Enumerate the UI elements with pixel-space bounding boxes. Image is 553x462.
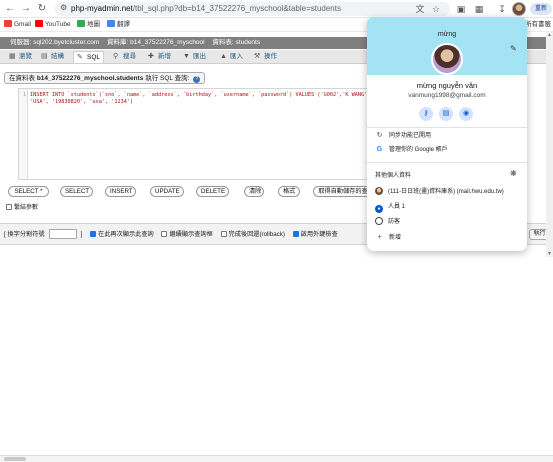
bookmark-maps[interactable]: 地圖 <box>77 20 100 30</box>
breadcrumb-table[interactable]: 資料表: students <box>212 39 260 46</box>
menu-divider <box>367 127 527 128</box>
all-bookmarks[interactable]: 所有書籤 <box>525 20 551 30</box>
profile-avatar <box>431 43 463 75</box>
forward-icon[interactable]: → <box>20 3 32 15</box>
retain-box-checkbox[interactable] <box>161 231 168 237</box>
bookmark-gmail[interactable]: Gmail <box>4 20 31 30</box>
profile-item-person1[interactable]: ● 人員 1 <box>375 202 405 213</box>
extensions-puzzle-icon[interactable]: ▦ <box>473 3 485 15</box>
get-autosaved-query-button[interactable]: 取得自動儲存的查 <box>313 186 373 197</box>
format-button[interactable]: 格式 <box>278 186 300 197</box>
sql-line-2: 'USA', '19830820', 'usa', '1234') <box>30 99 134 105</box>
translate-bookmark-icon <box>107 20 115 27</box>
update-sql-button[interactable]: UPDATE <box>150 186 184 197</box>
google-icon: G <box>376 146 383 153</box>
page-scrollbar[interactable]: ▲ ▼ <box>546 32 553 257</box>
delimiter-input[interactable] <box>48 229 77 239</box>
profile-avatar-button[interactable] <box>512 2 526 16</box>
url-text: php-myadmin.net/tbl_sql.php?db=b14_37522… <box>71 4 341 13</box>
profile-full-name: mừng nguyễn văn <box>416 81 478 90</box>
tab-search[interactable]: ⚲ 搜尋 <box>110 51 139 63</box>
scroll-up-icon[interactable]: ▲ <box>546 32 553 38</box>
gmail-icon <box>4 20 12 27</box>
sql-line-1: INSERT INTO `students`(`sno`, `name`, `a… <box>30 92 371 98</box>
option-retain-query-box[interactable]: 繼續顯示查詢框 <box>161 229 213 238</box>
extension-icon[interactable]: ▣ <box>455 3 467 15</box>
school-profile-avatar <box>375 187 383 195</box>
youtube-icon <box>35 20 43 27</box>
profile-item-guest[interactable]: 訪客 <box>375 217 400 227</box>
horizontal-scroll-thumb[interactable] <box>4 457 26 461</box>
option-foreign-keys[interactable]: 啟用外鍵檢查 <box>292 229 338 238</box>
bookmark-star-icon[interactable]: ☆ <box>430 3 442 15</box>
bind-parameters-checkbox[interactable] <box>6 204 12 210</box>
other-profiles-heading: 其他個人資料 <box>375 173 412 179</box>
insert-icon: ✚ <box>148 53 154 60</box>
insert-button[interactable]: INSERT <box>105 186 136 197</box>
tab-insert[interactable]: ✚ 新增 <box>145 51 174 63</box>
payment-card-icon[interactable]: ▤ <box>439 107 453 121</box>
breadcrumb-server[interactable]: 伺服器: sql202.byetcluster.com <box>10 39 99 46</box>
pencil-icon[interactable]: ✎ <box>510 44 517 53</box>
tab-import[interactable]: ▲ 匯入 <box>217 51 246 63</box>
browser-toolbar: ← → ↻ ⚙ php-myadmin.net/tbl_sql.php?db=b… <box>0 0 553 18</box>
download-icon[interactable]: ↧ <box>496 3 508 15</box>
query-options: [ 換字分割符號] 在此再次顯示此查詢 繼續顯示查詢框 完成後回還(rollba… <box>4 229 338 239</box>
structure-icon: ▤ <box>41 53 48 60</box>
translate-icon[interactable]: 文 <box>414 3 426 15</box>
help-icon[interactable]: ? <box>193 76 201 83</box>
plus-icon: + <box>377 234 382 241</box>
address-bar[interactable]: ⚙ php-myadmin.net/tbl_sql.php?db=b14_375… <box>55 2 450 16</box>
wrench-icon: ⚒ <box>254 53 261 60</box>
key-icon[interactable]: ⚷ <box>419 107 433 121</box>
tab-browse[interactable]: ▦ 瀏覽 <box>6 51 35 63</box>
import-icon: ▲ <box>220 53 227 60</box>
line-number-gutter: 1 <box>19 89 28 179</box>
bind-parameters-row[interactable]: 繫結參數 <box>6 202 38 211</box>
manage-google-account-item[interactable]: G 管理你的 Google 帳戶 <box>375 145 448 155</box>
gear-icon[interactable]: ❋ <box>510 169 517 178</box>
export-icon: ▼ <box>183 53 190 60</box>
sync-icon: ↻ <box>376 132 383 139</box>
profile-menu: mừng ✎ mừng nguyễn văn vanmung1998@gmail… <box>367 17 527 251</box>
tab-sql[interactable]: ✎ SQL <box>73 51 105 63</box>
guest-icon <box>375 217 383 225</box>
option-rollback[interactable]: 完成後回還(rollback) <box>220 229 285 238</box>
query-header: 在資料表 b14_37522276_myschool.students 執行 S… <box>4 72 206 84</box>
select-star-button[interactable]: SELECT * <box>8 186 49 197</box>
show-query-checkbox[interactable] <box>90 231 97 237</box>
profile-short-name: mừng <box>437 31 457 38</box>
sql-editor[interactable]: 1 INSERT INTO `students`(`sno`, `name`, … <box>18 88 371 180</box>
tab-export[interactable]: ▼ 匯出 <box>180 51 209 63</box>
tab-operations[interactable]: ⚒ 操作 <box>251 51 280 63</box>
browse-icon: ▦ <box>9 53 16 60</box>
profile-email: vanmung1998@gmail.com <box>408 92 486 99</box>
tab-structure[interactable]: ▤ 結構 <box>38 51 67 63</box>
scroll-down-icon[interactable]: ▼ <box>546 251 553 257</box>
person-icon: ● <box>375 205 383 213</box>
foreign-key-checkbox[interactable] <box>292 231 299 237</box>
bookmark-translate[interactable]: 翻譯 <box>107 20 130 30</box>
clear-button[interactable]: 清除 <box>244 186 264 197</box>
option-show-query-again[interactable]: 在此再次顯示此查詢 <box>90 229 154 238</box>
back-icon[interactable]: ← <box>4 3 16 15</box>
location-pin-icon[interactable]: ◉ <box>459 107 473 121</box>
reload-icon[interactable]: ↻ <box>36 3 48 15</box>
delete-button[interactable]: DELETE <box>196 186 229 197</box>
search-icon: ⚲ <box>113 53 119 60</box>
profile-item-school[interactable]: (111-日日班(畫)資料庫系) (mail.hwu.edu.tw) <box>375 187 504 197</box>
sync-status-item[interactable]: ↻ 同步功能已開用 <box>375 131 431 141</box>
site-info-icon[interactable]: ⚙ <box>60 3 67 12</box>
maps-icon <box>77 20 85 27</box>
breadcrumb-database[interactable]: 資料庫: b14_37522276_myschool <box>107 39 205 46</box>
horizontal-scrollbar[interactable] <box>0 455 553 462</box>
bookmark-youtube[interactable]: YouTube <box>35 20 71 30</box>
sql-icon: ✎ <box>77 54 83 61</box>
select-button[interactable]: SELECT <box>60 186 93 197</box>
update-button[interactable]: 重新 <box>530 3 552 15</box>
add-profile-item[interactable]: + 新增 <box>375 233 401 243</box>
rollback-checkbox[interactable] <box>220 231 227 237</box>
menu-divider <box>367 162 527 163</box>
